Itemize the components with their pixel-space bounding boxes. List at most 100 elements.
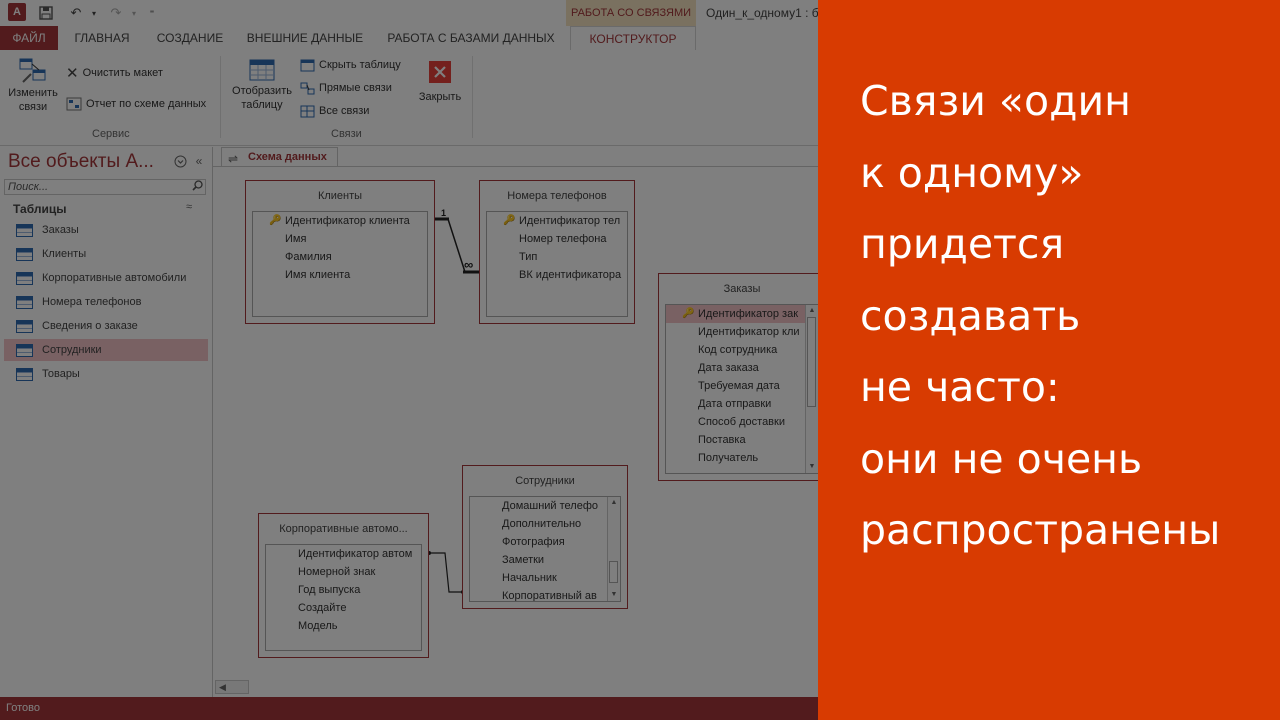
field-list-scrollbar[interactable]: ▲ ▼: [607, 497, 620, 601]
nav-dropdown-icon[interactable]: [172, 153, 188, 169]
nav-item-clients[interactable]: Клиенты: [4, 243, 208, 265]
navigation-pane: Все объекты А... « Поиск... Таблицы ≈ За…: [0, 147, 213, 697]
field-item[interactable]: Идентификатор кли: [666, 323, 818, 341]
field-item[interactable]: Корпоративный ав: [470, 587, 620, 601]
field-item[interactable]: Получатель: [666, 449, 818, 467]
nav-item-label: Заказы: [42, 224, 79, 236]
undo-icon[interactable]: ↶: [66, 3, 86, 23]
field-item[interactable]: Создайте: [266, 599, 421, 617]
field-label: Год выпуска: [298, 584, 361, 596]
field-item[interactable]: Имя клиента: [253, 266, 427, 284]
field-item[interactable]: Фотография: [470, 533, 620, 551]
relationship-one-label: 1: [441, 208, 447, 218]
field-item[interactable]: Домашний телефо: [470, 497, 620, 515]
ribbon: Изменить связи ✕ Очистить макет Отчет по…: [0, 50, 818, 146]
nav-pane-title[interactable]: Все объекты А...: [8, 151, 154, 173]
nav-item-company-cars[interactable]: Корпоративные автомобили: [4, 267, 208, 289]
field-item[interactable]: Дата заказа: [666, 359, 818, 377]
field-item[interactable]: Требуемая дата: [666, 377, 818, 395]
tab-external-data[interactable]: ВНЕШНИЕ ДАННЫЕ: [240, 26, 370, 50]
field-item[interactable]: ВК идентификатора: [487, 266, 627, 284]
group-collapse-icon[interactable]: ≈: [186, 201, 192, 213]
relationship-report-button[interactable]: Отчет по схеме данных: [66, 95, 206, 113]
hide-table-icon: [300, 59, 315, 71]
nav-item-phone-numbers[interactable]: Номера телефонов: [4, 291, 208, 313]
all-relationships-button[interactable]: Все связи: [300, 102, 369, 120]
table-box-phone-numbers[interactable]: Номера телефонов 🔑 Идентификатор тел Номе…: [479, 180, 635, 324]
show-table-button[interactable]: Отобразить таблицу: [228, 56, 296, 112]
scroll-up-icon[interactable]: ▲: [806, 305, 818, 317]
table-box-company-cars[interactable]: Корпоративные автомо... Идентификатор ав…: [258, 513, 429, 658]
undo-dropdown-icon[interactable]: ▾: [84, 3, 104, 23]
table-icon: [16, 271, 33, 285]
table-title[interactable]: Номера телефонов: [480, 181, 634, 211]
direct-relationships-button[interactable]: Прямые связи: [300, 79, 392, 97]
nav-item-products[interactable]: Товары: [4, 363, 208, 385]
clear-layout-button[interactable]: ✕ Очистить макет: [66, 64, 163, 82]
close-relationships-button[interactable]: Закрыть: [412, 60, 468, 104]
table-title[interactable]: Заказы: [659, 274, 818, 304]
tab-file[interactable]: ФАЙЛ: [0, 26, 58, 50]
field-item[interactable]: Имя: [253, 230, 427, 248]
scroll-down-icon[interactable]: ▼: [608, 589, 620, 601]
edit-relationships-button[interactable]: Изменить связи: [4, 56, 62, 114]
scroll-left-icon[interactable]: ◀: [219, 682, 226, 693]
scroll-down-icon[interactable]: ▼: [806, 461, 818, 473]
hide-table-button[interactable]: Скрыть таблицу: [300, 56, 401, 74]
primary-key-icon: 🔑: [503, 215, 516, 226]
table-box-clients[interactable]: Клиенты 🔑 Идентификатор клиента Имя Фамил…: [245, 180, 435, 324]
scroll-thumb[interactable]: [609, 561, 618, 583]
edit-relationships-icon: [19, 58, 46, 83]
field-list-scrollbar[interactable]: ▲ ▼: [805, 305, 818, 473]
horizontal-scrollbar[interactable]: ◀: [215, 680, 249, 694]
field-item[interactable]: Модель: [266, 617, 421, 635]
nav-item-label: Сотрудники: [42, 344, 102, 356]
field-label: Идентификатор тел: [519, 215, 621, 227]
table-box-orders[interactable]: Заказы 🔑 Идентификатор зак Идентификатор …: [658, 273, 818, 481]
field-item[interactable]: Поставка: [666, 431, 818, 449]
table-title[interactable]: Корпоративные автомо...: [259, 514, 428, 544]
field-label: Идентификатор кли: [698, 326, 800, 338]
field-item[interactable]: Дополнительно: [470, 515, 620, 533]
field-item[interactable]: Номер телефона: [487, 230, 627, 248]
nav-collapse-icon[interactable]: «: [191, 153, 207, 169]
field-item[interactable]: 🔑 Идентификатор клиента: [253, 212, 427, 230]
field-label: Дополнительно: [502, 518, 582, 530]
direct-relationships-label: Прямые связи: [319, 82, 392, 94]
nav-search-input[interactable]: Поиск...: [4, 179, 206, 195]
field-item[interactable]: Год выпуска: [266, 581, 421, 599]
field-item[interactable]: Идентификатор автом: [266, 545, 421, 563]
nav-group-tables[interactable]: Таблицы: [13, 202, 66, 216]
field-item[interactable]: Тип: [487, 248, 627, 266]
field-item[interactable]: Дата отправки: [666, 395, 818, 413]
field-item[interactable]: Номерной знак: [266, 563, 421, 581]
table-title[interactable]: Клиенты: [246, 181, 434, 211]
search-icon[interactable]: [192, 180, 203, 195]
tab-create[interactable]: СОЗДАНИЕ: [148, 26, 232, 50]
field-item[interactable]: Фамилия: [253, 248, 427, 266]
redo-dropdown-icon[interactable]: ▾: [124, 3, 144, 23]
nav-item-order-details[interactable]: Сведения о заказе: [4, 315, 208, 337]
table-box-employees[interactable]: Сотрудники Домашний телефо Дополнительно…: [462, 465, 628, 609]
nav-item-employees[interactable]: Сотрудники: [4, 339, 208, 361]
field-item[interactable]: Заметки: [470, 551, 620, 569]
field-label: Фамилия: [285, 251, 332, 263]
field-item-selected[interactable]: 🔑 Идентификатор зак: [666, 305, 818, 323]
field-item[interactable]: Начальник: [470, 569, 620, 587]
nav-item-orders[interactable]: Заказы: [4, 219, 208, 241]
tab-design[interactable]: КОНСТРУКТОР: [570, 26, 696, 51]
tab-home[interactable]: ГЛАВНАЯ: [64, 26, 140, 50]
tab-database-tools[interactable]: РАБОТА С БАЗАМИ ДАННЫХ: [380, 26, 562, 50]
customize-toolbar-icon[interactable]: ⁼: [142, 3, 162, 23]
scroll-thumb[interactable]: [807, 317, 816, 407]
redo-icon[interactable]: ↷: [106, 3, 126, 23]
direct-relationships-icon: [300, 82, 315, 94]
field-item[interactable]: Код сотрудника: [666, 341, 818, 359]
field-item[interactable]: 🔑 Идентификатор тел: [487, 212, 627, 230]
table-title[interactable]: Сотрудники: [463, 466, 627, 496]
scroll-up-icon[interactable]: ▲: [608, 497, 620, 509]
field-item[interactable]: Способ доставки: [666, 413, 818, 431]
all-relationships-icon: [300, 105, 315, 117]
field-list: Домашний телефо Дополнительно Фотография…: [469, 496, 621, 602]
save-icon[interactable]: [36, 3, 56, 23]
